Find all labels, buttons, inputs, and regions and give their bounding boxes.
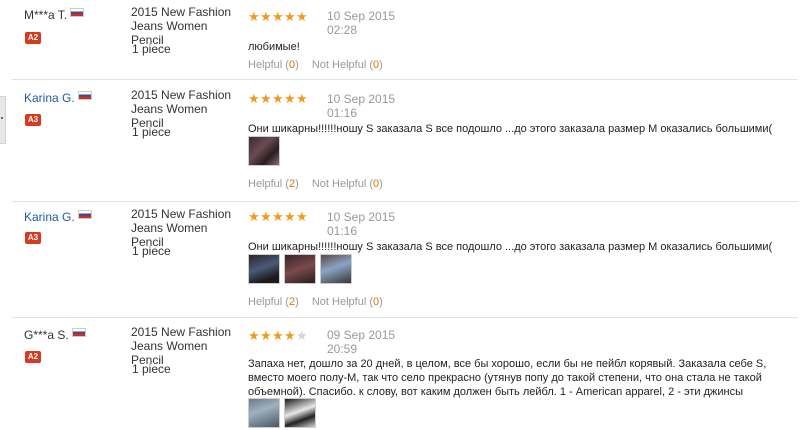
review-item: M***a T. A2 2015 New Fashion Jeans Women… — [12, 0, 798, 80]
rating-stars: ★ ★ ★ ★ ★ — [248, 209, 308, 224]
buyer-info: M***a T. — [24, 8, 85, 22]
star-icon: ★ — [272, 91, 284, 106]
star-icon: ★ — [248, 328, 260, 343]
review-time: 20:59 — [327, 342, 358, 356]
order-quantity: 1 piece — [132, 125, 171, 139]
not-helpful-button[interactable]: Not Helpful (0) — [312, 59, 383, 71]
review-photo-thumbnail[interactable] — [284, 254, 316, 284]
buyer-level-badge: A2 — [25, 351, 41, 363]
review-photos — [248, 398, 316, 428]
review-text: Они шикарны!!!!!!ношу S заказала S все п… — [248, 123, 773, 135]
helpful-row: Helpful (2) Not Helpful (0) — [248, 296, 383, 308]
not-helpful-count: 0 — [373, 296, 380, 308]
review-time: 01:16 — [327, 224, 358, 238]
review-photo-thumbnail[interactable] — [248, 254, 280, 284]
review-text: Запаха нет, дошло за 20 дней, в целом, в… — [248, 358, 767, 398]
review-datetime: 10 Sep 2015 02:28 — [327, 9, 395, 37]
rating-stars: ★ ★ ★ ★ ★ — [248, 328, 308, 343]
product-name[interactable]: 2015 New Fashion Jeans Women Pencil — [131, 207, 236, 249]
buyer-level-badge: A2 — [25, 32, 41, 44]
product-name[interactable]: 2015 New Fashion Jeans Women Pencil — [131, 88, 236, 130]
star-icon: ★ — [272, 209, 284, 224]
star-icon: ★ — [248, 209, 260, 224]
star-icon: ★ — [260, 91, 272, 106]
buyer-name[interactable]: G***a S. — [24, 328, 69, 342]
rating-stars: ★ ★ ★ ★ ★ — [248, 9, 308, 24]
review-item: Karina G. A3 2015 New Fashion Jeans Wome… — [12, 80, 798, 202]
buyer-name[interactable]: Karina G. — [24, 91, 75, 105]
star-icon: ★ — [260, 9, 272, 24]
review-photo-thumbnail[interactable] — [248, 136, 280, 166]
star-icon: ★ — [296, 209, 308, 224]
star-icon: ★ — [296, 91, 308, 106]
rating-stars: ★ ★ ★ ★ ★ — [248, 91, 308, 106]
order-quantity: 1 piece — [132, 42, 171, 56]
star-icon: ★ — [272, 9, 284, 24]
review-photo-thumbnail[interactable] — [320, 254, 352, 284]
review-date: 10 Sep 2015 — [327, 92, 396, 106]
helpful-button[interactable]: Helpful (0) — [248, 59, 299, 71]
star-icon: ★ — [260, 328, 272, 343]
review-photo-thumbnail[interactable] — [284, 398, 316, 428]
star-empty-icon: ★ — [296, 328, 308, 343]
buyer-name[interactable]: Karina G. — [24, 210, 75, 224]
review-date: 10 Sep 2015 — [327, 9, 396, 23]
helpful-row: Helpful (2) Not Helpful (0) — [248, 178, 383, 190]
product-name[interactable]: 2015 New Fashion Jeans Women Pencil — [131, 5, 236, 47]
buyer-name[interactable]: M***a T. — [24, 8, 67, 22]
star-icon: ★ — [284, 328, 296, 343]
russia-flag-icon — [77, 91, 92, 100]
buyer-level-badge: A3 — [25, 232, 41, 244]
not-helpful-count: 0 — [373, 178, 380, 190]
review-text: любимые! — [248, 41, 300, 53]
buyer-info: Karina G. — [24, 91, 92, 105]
review-datetime: 09 Sep 2015 20:59 — [327, 328, 395, 356]
helpful-button[interactable]: Helpful (2) — [248, 178, 299, 190]
review-date: 09 Sep 2015 — [327, 328, 396, 342]
review-datetime: 10 Sep 2015 01:16 — [327, 92, 395, 120]
buyer-level-badge: A3 — [25, 114, 41, 126]
russia-flag-icon — [70, 8, 85, 17]
russia-flag-icon — [71, 328, 86, 337]
review-photo-thumbnail[interactable] — [248, 398, 280, 428]
order-quantity: 1 piece — [132, 362, 171, 376]
review-time: 01:16 — [327, 106, 358, 120]
star-icon: ★ — [284, 209, 296, 224]
star-icon: ★ — [248, 91, 260, 106]
star-icon: ★ — [284, 9, 296, 24]
review-text: Они шикарны!!!!!!ношу S заказала S все п… — [248, 241, 773, 253]
review-datetime: 10 Sep 2015 01:16 — [327, 210, 395, 238]
side-feedback-tab[interactable] — [0, 96, 6, 144]
product-name[interactable]: 2015 New Fashion Jeans Women Pencil — [131, 325, 236, 367]
review-time: 02:28 — [327, 23, 358, 37]
buyer-info: Karina G. — [24, 210, 92, 224]
helpful-count: 0 — [288, 59, 296, 71]
helpful-row: Helpful (0) Not Helpful (0) — [248, 59, 383, 71]
review-photos — [248, 254, 352, 284]
russia-flag-icon — [77, 210, 92, 219]
helpful-button[interactable]: Helpful (2) — [248, 296, 299, 308]
review-item: Karina G. A3 2015 New Fashion Jeans Wome… — [12, 202, 798, 318]
buyer-info: G***a S. — [24, 328, 86, 342]
review-photos — [248, 136, 280, 166]
star-icon: ★ — [248, 9, 260, 24]
star-icon: ★ — [284, 91, 296, 106]
review-date: 10 Sep 2015 — [327, 210, 396, 224]
review-item: G***a S. A2 2015 New Fashion Jeans Women… — [12, 318, 798, 430]
helpful-count: 2 — [288, 296, 296, 308]
star-icon: ★ — [260, 209, 272, 224]
star-icon: ★ — [296, 9, 308, 24]
star-icon: ★ — [272, 328, 284, 343]
not-helpful-button[interactable]: Not Helpful (0) — [312, 178, 383, 190]
order-quantity: 1 piece — [132, 244, 171, 258]
helpful-count: 2 — [288, 178, 296, 190]
not-helpful-count: 0 — [373, 59, 380, 71]
not-helpful-button[interactable]: Not Helpful (0) — [312, 296, 383, 308]
